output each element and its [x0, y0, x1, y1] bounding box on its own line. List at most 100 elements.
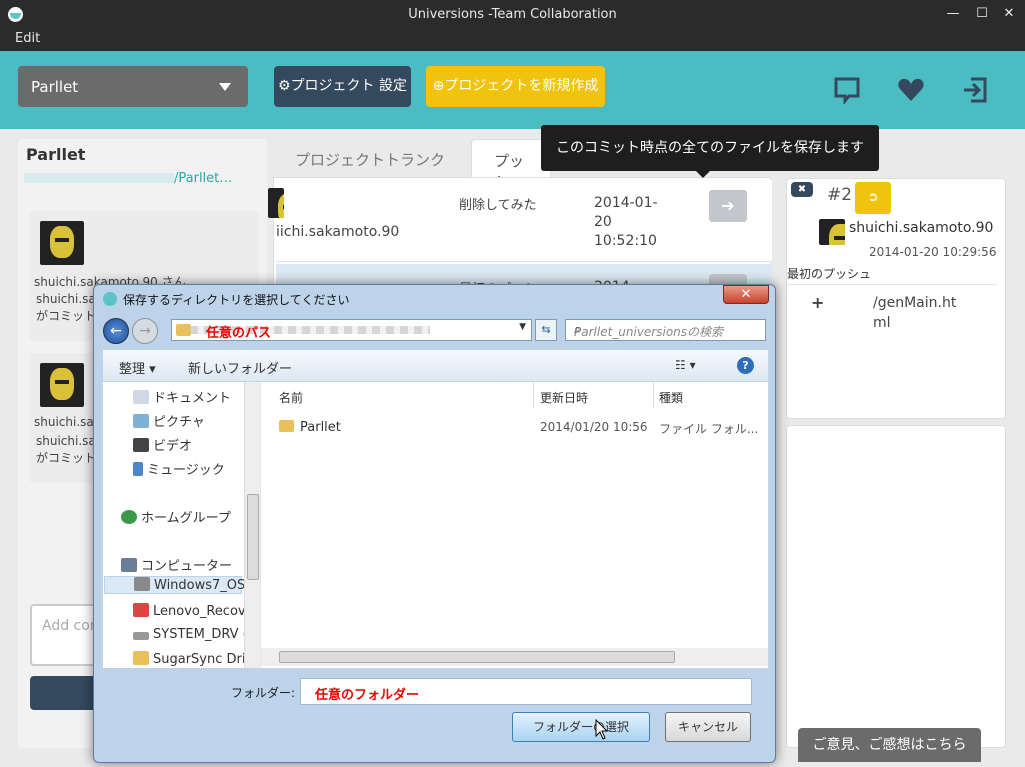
pictures-icon: [133, 414, 149, 428]
folder-icon: [279, 420, 294, 432]
nav-label: ドキュメント: [153, 391, 232, 406]
horizontal-scrollbar[interactable]: [261, 648, 768, 666]
save-tooltip: このコミット時点の全てのファイルを保存します: [541, 125, 879, 178]
avatar: [268, 188, 284, 218]
nav-label: Windows7_OS (: [154, 578, 255, 593]
detail-user: shuichi.sakamoto.90: [849, 220, 994, 236]
minimize-icon[interactable]: —: [943, 5, 963, 23]
project-select[interactable]: Parllet: [18, 66, 248, 107]
folder-select-dialog: 保存するディレクトリを選択してください ✕ ← → 任意のパス ▼ ⇆ Parl…: [93, 284, 776, 763]
changed-file[interactable]: /genMain.html: [873, 293, 963, 333]
refresh-icon[interactable]: ⇆: [535, 319, 557, 341]
chevron-down-icon[interactable]: ▼: [519, 322, 526, 332]
commit-row[interactable]: iichi.sakamoto.90 削除してみた 2014-01- 20 10:…: [268, 180, 772, 262]
folder-value: 任意のフォルダー: [315, 688, 420, 703]
file-preview-panel: [786, 425, 1006, 748]
column-date[interactable]: 更新日時: [540, 389, 588, 406]
column-name[interactable]: 名前: [279, 389, 303, 406]
search-icon: ⌕: [574, 322, 581, 336]
feedback-button[interactable]: ご意見、ご感想はこちら: [798, 728, 981, 762]
sign-out-icon[interactable]: [961, 76, 989, 104]
column-type[interactable]: 種類: [659, 389, 683, 406]
arrow-right-icon[interactable]: ➔: [709, 190, 747, 222]
documents-icon: [133, 390, 149, 404]
nav-label: コンピューター: [141, 559, 233, 574]
file-type: ファイル フォル...: [659, 422, 759, 436]
nav-label: ホームグループ: [141, 511, 231, 526]
folder-icon: [176, 324, 191, 336]
save-files-button[interactable]: ➲: [855, 182, 891, 214]
drive-icon: [133, 632, 149, 640]
address-bar[interactable]: 任意のパス ▼: [171, 319, 532, 341]
nav-label: ミュージック: [147, 463, 225, 478]
project-name: Parllet: [26, 145, 86, 164]
nav-pictures[interactable]: ピクチャ: [133, 411, 205, 430]
detail-date: 2014-01-20 10:29:56: [869, 245, 997, 259]
tab-push[interactable]: プッシ: [471, 139, 551, 191]
nav-label: ピクチャ: [153, 415, 205, 430]
cancel-button[interactable]: キャンセル: [665, 712, 751, 742]
avatar: [819, 219, 845, 245]
nav-sugarsync[interactable]: SugarSync Driv: [133, 651, 253, 667]
nav-videos[interactable]: ビデオ: [133, 435, 192, 454]
forward-icon[interactable]: →: [132, 318, 158, 344]
menu-bar: Edit: [0, 29, 1025, 51]
window-title: Universions -Team Collaboration: [408, 7, 617, 22]
close-icon[interactable]: ✕: [999, 5, 1019, 23]
file-date: 2014/01/20 10:56: [540, 420, 648, 434]
file-browser: ドキュメント ピクチャ ビデオ ミュージック ホームグループ コンピューター W…: [102, 381, 769, 669]
revision-number: #2: [827, 185, 853, 205]
homegroup-icon: [121, 510, 137, 524]
project-select-label: Parllet: [31, 78, 79, 96]
address-text: 任意のパス: [206, 326, 272, 341]
heart-icon[interactable]: [897, 76, 925, 104]
dialog-toolbar: 整理 ▾ 新しいフォルダー ☷ ▾ ?: [102, 349, 769, 381]
commit-detail-panel: ✖ #2 ➲ shuichi.sakamoto.90 2014-01-20 10…: [786, 178, 1006, 419]
music-icon: [133, 462, 143, 476]
help-icon[interactable]: ?: [737, 357, 754, 374]
post-message: shuichi.sa がコミット: [36, 433, 96, 467]
project-path-text: /Parllet…: [174, 171, 233, 186]
menu-edit[interactable]: Edit: [15, 31, 40, 46]
nav-system-drive[interactable]: SYSTEM_DRV (: [133, 627, 248, 642]
nav-music[interactable]: ミュージック: [133, 459, 225, 478]
tab-project-trunk[interactable]: プロジェクトトランク: [273, 139, 467, 177]
column-divider: [653, 382, 654, 408]
folder-input[interactable]: 任意のフォルダー: [300, 678, 752, 705]
nav-scrollbar[interactable]: [244, 382, 260, 668]
scrollbar-thumb[interactable]: [247, 494, 259, 580]
nav-label: Lenovo_Recove: [153, 604, 254, 619]
dialog-close-button[interactable]: ✕: [723, 285, 769, 304]
file-row[interactable]: Parllet: [279, 420, 341, 435]
post-line: がコミット: [36, 309, 97, 323]
nav-label: SugarSync Driv: [153, 652, 254, 667]
title-bar: Universions -Team Collaboration — ☐ ✕: [0, 0, 1025, 29]
nav-lenovo-recovery[interactable]: Lenovo_Recove: [133, 603, 254, 619]
organize-button[interactable]: 整理 ▾: [119, 358, 156, 377]
nav-windows-drive[interactable]: Windows7_OS (: [104, 576, 255, 594]
mouse-cursor-icon: [595, 719, 609, 740]
close-icon[interactable]: ✖: [791, 182, 813, 197]
nav-documents[interactable]: ドキュメント: [133, 387, 231, 406]
added-icon: +: [811, 293, 825, 312]
select-folder-button[interactable]: フォルダーの選択: [512, 712, 650, 742]
views-icon[interactable]: ☷ ▾: [675, 358, 696, 372]
commit-user: iichi.sakamoto.90: [276, 224, 400, 240]
chat-icon[interactable]: [833, 76, 861, 104]
videos-icon: [133, 438, 149, 452]
app-header: Parllet ⚙プロジェクト 設定 ⊕プロジェクトを新規作成: [0, 51, 1025, 129]
nav-homegroup[interactable]: ホームグループ: [121, 507, 231, 526]
back-icon[interactable]: ←: [103, 318, 129, 344]
new-project-button[interactable]: ⊕プロジェクトを新規作成: [426, 66, 605, 107]
nav-label: ビデオ: [153, 439, 193, 454]
project-settings-button[interactable]: ⚙プロジェクト 設定: [274, 66, 411, 107]
navigation-pane: ドキュメント ピクチャ ビデオ ミュージック ホームグループ コンピューター W…: [103, 382, 261, 668]
search-input[interactable]: Parllet_universionsの検索 ⌕: [565, 319, 766, 341]
commit-date: 2014-01- 20 10:52:10: [594, 194, 674, 251]
nav-computer[interactable]: コンピューター: [121, 555, 232, 574]
new-folder-button[interactable]: 新しいフォルダー: [188, 358, 292, 377]
computer-icon: [121, 558, 137, 572]
maximize-icon[interactable]: ☐: [972, 5, 992, 23]
scrollbar-thumb[interactable]: [279, 651, 675, 663]
post-message: shuichi.sa がコミット: [36, 291, 96, 325]
